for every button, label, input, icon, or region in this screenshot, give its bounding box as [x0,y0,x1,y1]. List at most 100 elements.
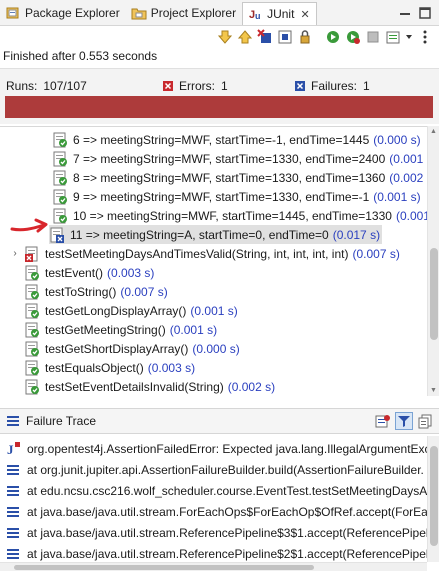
maximize-icon[interactable] [417,5,433,21]
svg-text:J: J [7,442,14,457]
trace-vertical-scrollbar[interactable] [427,436,439,562]
close-icon[interactable]: ✕ [300,8,309,21]
trace-line[interactable]: at java.base/java.util.stream.ReferenceP… [0,522,427,543]
scrollbar-thumb[interactable] [430,248,438,340]
compare-result-icon[interactable] [375,413,391,429]
trace-text: org.opentest4j.AssertionFailedError: Exp… [27,441,427,456]
test-passed-icon [25,303,39,318]
test-tree-row[interactable]: testToString() (0.007 s) [0,282,427,301]
scroll-lock-icon[interactable] [297,29,313,45]
rerun-failed-first-icon[interactable] [345,29,361,45]
scroll-up-icon[interactable]: ▲ [430,128,437,135]
test-duration: (0.002 s) [227,379,276,394]
test-name: testEqualsObject() [45,360,144,375]
test-name: 11 => meetingString=A, startTime=0, endT… [70,227,329,242]
test-tree-row[interactable]: 7 => meetingString=MWF, startTime=1330, … [0,149,427,168]
test-tree-row[interactable]: testEqualsObject() (0.003 s) [0,358,427,377]
test-passed-icon [25,284,39,299]
test-duration: (0.001 s) [190,303,238,318]
run-status-text: Finished after 0.553 seconds [3,49,158,63]
minimize-icon[interactable] [397,5,413,21]
stack-trace-icon [7,416,19,426]
test-passed-icon [25,379,39,394]
stack-frame-icon [7,485,19,496]
tab-package-explorer[interactable]: Package Explorer [0,0,126,25]
test-duration: (0.003 s) [107,265,155,280]
trace-line[interactable]: at java.base/java.util.stream.ForEachOps… [0,501,427,522]
test-tree-row[interactable]: 11 => meetingString=A, startTime=0, endT… [0,225,427,244]
test-duration: (0.002 [389,170,424,185]
stack-frame-icon [7,527,19,538]
trace-line[interactable]: Jorg.opentest4j.AssertionFailedError: Ex… [0,438,427,459]
errors-label: Errors: [179,79,215,93]
test-tree-row[interactable]: testSetEventDetailsInvalid(String) (0.002… [0,377,427,396]
test-tree-row[interactable]: 9 => meetingString=MWF, startTime=1330, … [0,187,427,206]
tree-vertical-scrollbar[interactable]: ▲ ▼ [427,126,439,396]
tab-junit[interactable]: J u JUnit ✕ [242,2,317,25]
error-icon [163,81,173,91]
tab-label: Project Explorer [150,5,237,20]
chevron-down-icon[interactable] [405,29,413,45]
trace-text: at org.junit.jupiter.api.AssertionFailur… [27,462,424,477]
trace-line[interactable]: at java.base/java.util.stream.ReferenceP… [0,543,427,562]
runs-label: Runs: [6,79,38,93]
test-duration: (0.000 s) [192,341,240,356]
test-name: testGetShortDisplayArray() [45,341,189,356]
failure-trace-list[interactable]: Jorg.opentest4j.AssertionFailedError: Ex… [0,436,427,562]
failures-label: Failures: [311,79,358,93]
view-menu-icon[interactable] [417,29,433,45]
test-run-history-icon[interactable] [385,29,401,45]
scrollbar-thumb[interactable] [430,446,438,546]
test-passed-icon [53,132,67,147]
test-duration: (0.001 s) [373,189,421,204]
test-tree[interactable]: 6 => meetingString=MWF, startTime=-1, en… [0,126,427,396]
trace-horizontal-scrollbar[interactable] [0,562,427,571]
test-name: 6 => meetingString=MWF, startTime=-1, en… [73,132,370,147]
test-name: 10 => meetingString=MWF, startTime=1445,… [73,208,392,223]
test-name: 8 => meetingString=MWF, startTime=1330, … [73,170,386,185]
test-passed-icon [25,265,39,280]
show-skipped-icon[interactable] [277,29,293,45]
show-failures-only-icon[interactable] [257,29,273,45]
test-tree-row[interactable]: testEvent() (0.003 s) [0,263,427,282]
exception-icon: J [7,441,20,457]
next-failure-icon[interactable] [217,29,233,45]
test-duration: (0.007 s) [120,284,168,299]
test-duration: (0.000 s) [373,132,421,147]
test-name: testSetEventDetailsInvalid(String) [45,379,224,394]
test-tree-row[interactable]: testGetMeetingString() (0.001 s) [0,320,427,339]
test-tree-row[interactable]: 10 => meetingString=MWF, startTime=1445,… [0,206,427,225]
copy-trace-icon[interactable] [417,413,433,429]
failure-trace-header: Failure Trace [0,408,439,434]
expand-toggle-icon[interactable]: › [10,248,20,259]
failures-value: 1 [363,79,370,93]
previous-failure-icon[interactable] [237,29,253,45]
tab-project-explorer[interactable]: Project Explorer [126,0,242,25]
trace-line[interactable]: at edu.ncsu.csc216.wolf_scheduler.course… [0,480,427,501]
rerun-test-icon[interactable] [325,29,341,45]
test-passed-icon [53,170,67,185]
junit-icon: J u [249,9,261,21]
project-explorer-icon [131,8,147,19]
test-tree-row[interactable]: testGetLongDisplayArray() (0.001 s) [0,301,427,320]
test-duration: (0.001 [395,208,427,223]
stack-frame-icon [7,464,19,475]
stop-icon[interactable] [365,29,381,45]
test-tree-row[interactable]: testGetShortDisplayArray() (0.000 s) [0,339,427,358]
trace-line[interactable]: at org.junit.jupiter.api.AssertionFailur… [0,459,427,480]
scrollbar-thumb[interactable] [14,565,314,570]
test-failed-icon [50,227,64,243]
test-duration: (0.007 s) [352,246,400,261]
filter-stack-trace-icon[interactable] [395,412,413,430]
test-tree-row[interactable]: › testSetMeetingDaysAndTimesValid(String,… [0,244,427,263]
test-name: 7 => meetingString=MWF, startTime=1330, … [73,151,386,166]
scroll-down-icon[interactable]: ▼ [430,387,437,394]
test-name: testEvent() [45,265,104,280]
test-tree-row[interactable]: 6 => meetingString=MWF, startTime=-1, en… [0,130,427,149]
test-tree-row[interactable]: 8 => meetingString=MWF, startTime=1330, … [0,168,427,187]
trace-text: at java.base/java.util.stream.ReferenceP… [27,546,427,561]
failure-icon [295,81,305,91]
test-passed-icon [25,360,39,375]
failures-counter: Failures: 1 [295,79,370,93]
errors-counter: Errors: 1 [163,79,228,93]
